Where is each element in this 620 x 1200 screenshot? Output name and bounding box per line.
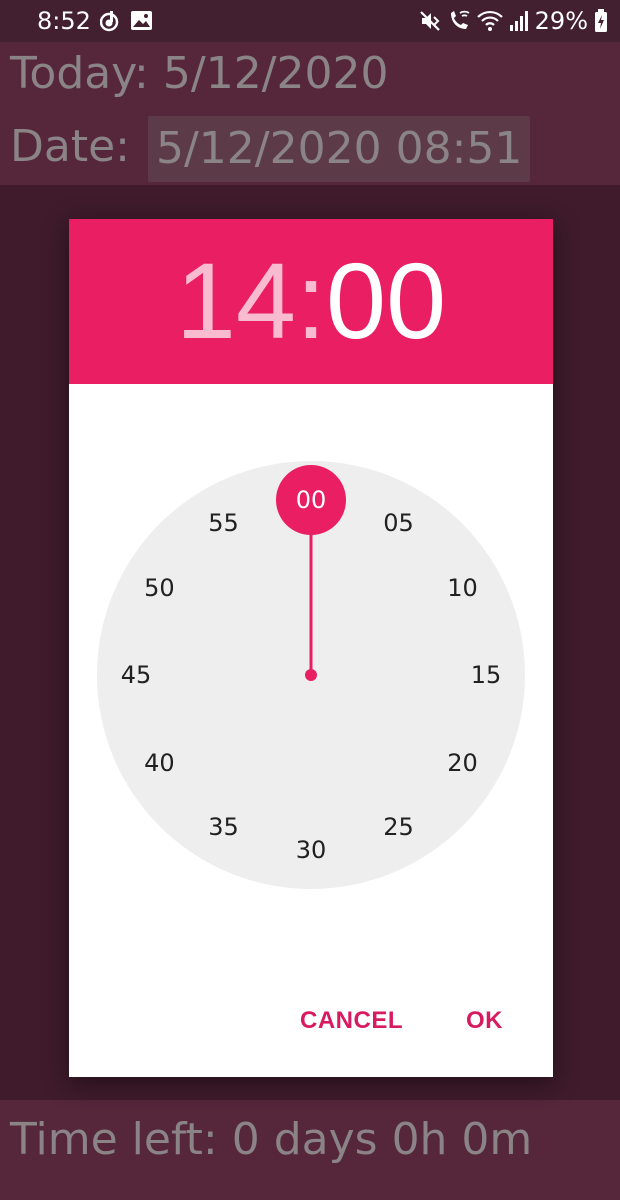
- clock-number-55[interactable]: 55: [194, 506, 254, 540]
- date-value-field[interactable]: 5/12/2020 08:51: [147, 116, 531, 182]
- time-picker-header: 14:00: [69, 219, 553, 384]
- status-app-icons: [100, 11, 152, 32]
- header-time: 14:00: [69, 239, 553, 363]
- wifi-icon: [476, 10, 503, 31]
- clock-number-30[interactable]: 30: [281, 833, 341, 867]
- date-row: Date: 5/12/2020 08:51: [10, 116, 531, 182]
- cancel-button[interactable]: CANCEL: [286, 989, 417, 1053]
- music-sync-icon: [100, 11, 119, 32]
- date-label: Date:: [10, 121, 144, 172]
- clock-face[interactable]: 00 05 10 15 20 25 30 35 40 45 50 55: [97, 461, 525, 889]
- battery-charging-icon: [595, 9, 607, 32]
- header-minute[interactable]: 00: [326, 240, 446, 361]
- wifi-call-icon: [450, 10, 470, 29]
- ok-button[interactable]: OK: [452, 989, 517, 1053]
- time-left-text: Time left: 0 days 0h 0m: [10, 1114, 533, 1165]
- clock-number-25[interactable]: 25: [369, 810, 429, 844]
- time-picker-dialog: 14:00 00 05 10 15 20 25 30 35 40 45 50 55 CANCEL OK: [69, 219, 553, 1077]
- clock-number-50[interactable]: 50: [129, 571, 189, 605]
- dialog-actions: CANCEL OK: [69, 989, 553, 1053]
- battery-percent: 29%: [534, 7, 588, 35]
- clock-number-00[interactable]: 00: [281, 483, 341, 517]
- today-label: Today:: [10, 48, 163, 99]
- header-hour[interactable]: 14: [176, 240, 296, 361]
- clock-number-10[interactable]: 10: [433, 571, 493, 605]
- mute-icon: [419, 11, 440, 31]
- clock-number-40[interactable]: 40: [129, 746, 189, 780]
- status-right: 29%: [419, 6, 608, 36]
- clock-number-05[interactable]: 05: [369, 506, 429, 540]
- clock-number-35[interactable]: 35: [194, 810, 254, 844]
- image-icon: [131, 11, 152, 30]
- today-value: 5/12/2020: [162, 48, 389, 99]
- status-bar: 8:52 29%: [0, 0, 620, 42]
- clock-number-20[interactable]: 20: [433, 746, 493, 780]
- status-time: 8:52: [37, 7, 91, 35]
- today-row: Today: 5/12/2020: [10, 48, 388, 100]
- signal-icon: [509, 11, 528, 31]
- clock-number-45[interactable]: 45: [106, 658, 166, 692]
- clock-number-15[interactable]: 15: [456, 658, 516, 692]
- header-separator: :: [295, 240, 326, 361]
